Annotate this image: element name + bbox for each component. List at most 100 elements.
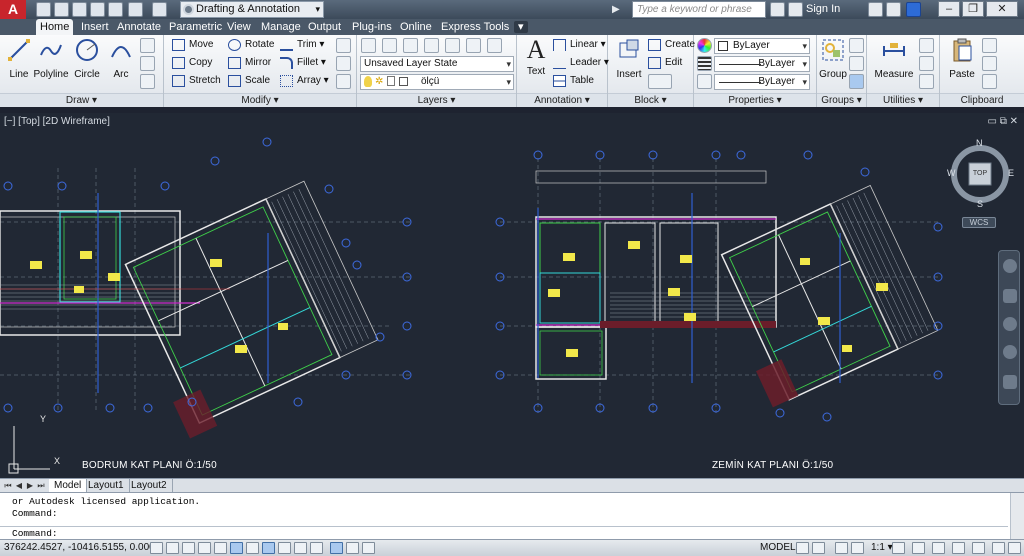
tab-annotate[interactable]: Annotate (113, 19, 165, 35)
new-icon[interactable] (36, 2, 51, 17)
workspace-dropdown[interactable]: Drafting & Annotation ▾ (180, 1, 324, 18)
layer-isolate-icon[interactable] (382, 38, 397, 53)
coordinate-readout[interactable]: 376242.4527, -10416.5155, 0.0000 (4, 542, 160, 553)
rotate-button[interactable]: Rotate (228, 37, 274, 53)
ungroup-icon[interactable] (849, 38, 864, 53)
tab-home[interactable]: Home (36, 19, 74, 35)
compass-south[interactable]: S (977, 199, 983, 209)
arc-button[interactable]: Arc (104, 37, 138, 80)
rectangle-icon[interactable] (140, 38, 155, 53)
linear-button[interactable]: Linear ▾ (553, 37, 606, 53)
close-button[interactable]: ✕ (986, 1, 1018, 17)
clipboard-panel-title[interactable]: Clipboard (940, 93, 1024, 107)
tab-insert[interactable]: Insert (77, 19, 113, 35)
user-icon[interactable] (788, 2, 803, 17)
measure-button[interactable]: Measure (873, 37, 915, 80)
pan-status-icon[interactable] (835, 542, 848, 554)
lineweight-dropdown[interactable]: ByLayer (714, 56, 810, 72)
polar-tracking-icon[interactable] (214, 542, 227, 554)
redo-icon[interactable] (152, 2, 167, 17)
groups-panel-title[interactable]: Groups ▾ (817, 93, 866, 107)
ribbon-minimize-button[interactable]: ▾ (514, 21, 528, 33)
array-button[interactable]: Array ▾ (280, 73, 329, 89)
model-space-toggle[interactable]: MODEL (760, 542, 796, 553)
3d-object-snap-icon[interactable] (246, 542, 259, 554)
tab-express-tools[interactable]: Express Tools (437, 19, 513, 35)
layer-unisolate-icon[interactable] (403, 38, 418, 53)
quick-calc-icon[interactable] (919, 56, 934, 71)
layer-properties-icon[interactable] (361, 38, 376, 53)
steering-wheel-icon[interactable] (1003, 259, 1017, 273)
create-block-button[interactable]: Create (648, 37, 695, 53)
expand-icon[interactable]: ▶ (612, 2, 628, 17)
grid-display-icon[interactable] (182, 542, 195, 554)
attribute-icon[interactable] (648, 74, 672, 89)
showmotion-icon[interactable] (1003, 375, 1017, 389)
clean-screen-icon[interactable] (1008, 542, 1021, 554)
lineweight-icon[interactable] (697, 56, 712, 71)
group-selection-icon[interactable] (849, 74, 864, 89)
tab-parametric[interactable]: Parametric (165, 19, 226, 35)
utilities-panel-title[interactable]: Utilities ▾ (867, 93, 939, 107)
next-layout-icon[interactable]: ▶ (25, 480, 35, 491)
quick-view-layouts-icon[interactable] (796, 542, 809, 554)
drawing-canvas[interactable] (0, 113, 1024, 478)
quick-select-icon[interactable] (919, 38, 934, 53)
minimize-button[interactable]: – (938, 1, 960, 17)
exchange-icon[interactable] (868, 2, 883, 17)
tab-view[interactable]: View (223, 19, 255, 35)
move-button[interactable]: Move (172, 37, 213, 53)
viewcube-top-face[interactable]: TOP (970, 170, 990, 177)
undo-icon[interactable] (128, 2, 143, 17)
command-input[interactable]: Command: (0, 526, 1008, 540)
viewport-controls-label[interactable]: [−] [Top] [2D Wireframe] (4, 116, 110, 127)
search-icon[interactable] (770, 2, 785, 17)
save-icon[interactable] (72, 2, 87, 17)
communication-icon[interactable] (886, 2, 901, 17)
layer-previous-icon[interactable] (487, 38, 502, 53)
tab-model[interactable]: Model (49, 479, 88, 492)
offset-icon[interactable] (336, 74, 351, 89)
tab-output[interactable]: Output (304, 19, 345, 35)
plot-icon[interactable] (108, 2, 123, 17)
match-properties-icon[interactable] (982, 74, 997, 89)
layer-off-icon[interactable] (445, 38, 460, 53)
group-button[interactable]: Group (818, 37, 848, 80)
drawing-viewport[interactable]: [−] [Top] [2D Wireframe] ▭ ⧉ ✕ Y X BODRU… (0, 113, 1024, 478)
id-point-icon[interactable] (919, 74, 934, 89)
tab-manage[interactable]: Manage (257, 19, 305, 35)
annotation-scale-dropdown[interactable]: 1:1 ▾ (871, 542, 893, 553)
lock-ui-icon[interactable] (932, 542, 945, 554)
previous-layout-icon[interactable]: ◀ (14, 480, 24, 491)
tab-online[interactable]: Online (396, 19, 436, 35)
compass-north[interactable]: N (976, 138, 983, 148)
lineweight-toggle-icon[interactable] (310, 542, 323, 554)
edit-block-button[interactable]: Edit (648, 55, 682, 71)
cut-icon[interactable] (982, 38, 997, 53)
snap-mode-icon[interactable] (166, 542, 179, 554)
transparency-icon[interactable] (330, 542, 343, 554)
trim-button[interactable]: Trim ▾ (280, 37, 324, 53)
layer-state-dropdown[interactable]: Unsaved Layer State (360, 56, 514, 72)
linetype-icon[interactable] (697, 74, 712, 89)
application-menu-button[interactable]: A (0, 0, 26, 19)
ortho-mode-icon[interactable] (198, 542, 211, 554)
fillet-button[interactable]: Fillet ▾ (280, 55, 326, 71)
hatch-icon[interactable] (140, 56, 155, 71)
tab-plug-ins[interactable]: Plug-ins (348, 19, 396, 35)
line-button[interactable]: Line (2, 37, 36, 80)
modify-panel-title[interactable]: Modify ▾ (164, 93, 356, 107)
block-panel-title[interactable]: Block ▾ (608, 93, 693, 107)
viewport-window-controls[interactable]: ▭ ⧉ ✕ (987, 116, 1018, 127)
group-edit-icon[interactable] (849, 56, 864, 71)
dynamic-input-icon[interactable] (294, 542, 307, 554)
selection-cycling-icon[interactable] (362, 542, 375, 554)
ellipse-icon[interactable] (140, 74, 155, 89)
dynamic-ucs-icon[interactable] (278, 542, 291, 554)
sign-in-button[interactable]: Sign In (803, 1, 865, 18)
zoom-icon[interactable] (1003, 317, 1017, 331)
layer-match-icon[interactable] (466, 38, 481, 53)
isolate-objects-icon[interactable] (972, 542, 985, 554)
tab-layout2[interactable]: Layout2 (126, 479, 173, 492)
save-as-icon[interactable] (90, 2, 105, 17)
